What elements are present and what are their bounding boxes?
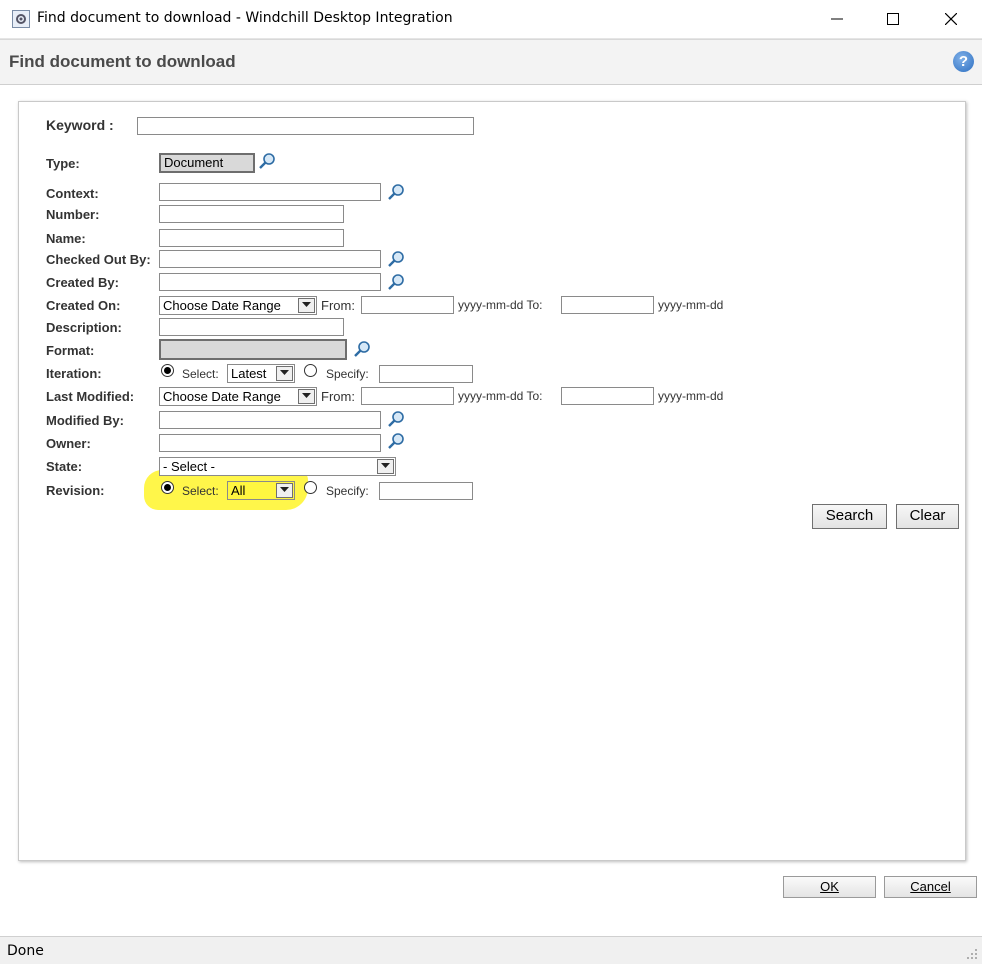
type-field: Document: [159, 153, 255, 173]
last-modified-label: Last Modified:: [46, 389, 135, 404]
app-gear-icon: [12, 10, 30, 28]
type-search-icon[interactable]: [257, 152, 277, 170]
last-modified-range-select[interactable]: Choose Date Range: [159, 387, 317, 406]
iteration-select-radio[interactable]: [161, 364, 174, 377]
context-input[interactable]: [159, 183, 381, 201]
keyword-input[interactable]: [137, 117, 474, 135]
context-label: Context:: [46, 186, 99, 201]
maximize-icon: [887, 13, 899, 25]
description-input[interactable]: [159, 318, 344, 336]
created-on-from-label: From:: [321, 298, 355, 313]
last-modified-range-value: Choose Date Range: [163, 389, 281, 404]
revision-specify-label: Specify:: [326, 484, 369, 498]
iteration-label: Iteration:: [46, 366, 102, 381]
window-title: Find document to download - Windchill De…: [37, 10, 453, 26]
format-search-icon[interactable]: [352, 340, 372, 358]
keyword-label: Keyword :: [46, 117, 114, 133]
name-input[interactable]: [159, 229, 344, 247]
last-modified-date-hint: yyyy-mm-dd: [658, 389, 724, 403]
ok-button[interactable]: OK: [783, 876, 876, 898]
revision-select-radio[interactable]: [161, 481, 174, 494]
created-on-to-input[interactable]: [561, 296, 654, 314]
iteration-select[interactable]: Latest: [227, 364, 295, 383]
number-input[interactable]: [159, 205, 344, 223]
revision-select-label: Select:: [182, 484, 219, 498]
last-modified-to-hint: yyyy-mm-dd To:: [458, 389, 543, 403]
last-modified-to-input[interactable]: [561, 387, 654, 405]
minimize-button[interactable]: [810, 0, 864, 38]
iteration-select-value: Latest: [231, 366, 267, 381]
created-by-search-icon[interactable]: [386, 273, 406, 291]
created-on-range-value: Choose Date Range: [163, 298, 281, 313]
iteration-select-label: Select:: [182, 367, 219, 381]
iteration-specify-label: Specify:: [326, 367, 369, 381]
owner-search-icon[interactable]: [386, 432, 406, 450]
type-label: Type:: [46, 156, 80, 171]
name-label: Name:: [46, 231, 86, 246]
modified-by-label: Modified By:: [46, 413, 124, 428]
revision-select-value: All: [231, 483, 246, 498]
clear-button[interactable]: Clear: [896, 504, 959, 529]
chevron-down-icon: [276, 483, 293, 498]
chevron-down-icon: [298, 298, 315, 313]
number-label: Number:: [46, 207, 100, 222]
checked-out-by-search-icon[interactable]: [386, 250, 406, 268]
state-select[interactable]: - Select -: [159, 457, 396, 476]
page-title: Find document to download: [9, 52, 236, 71]
revision-select[interactable]: All: [227, 481, 295, 500]
maximize-button[interactable]: [866, 0, 920, 38]
owner-input[interactable]: [159, 434, 381, 452]
iteration-specify-radio[interactable]: [304, 364, 317, 377]
search-button[interactable]: Search: [812, 504, 887, 529]
owner-label: Owner:: [46, 436, 91, 451]
state-label: State:: [46, 459, 83, 474]
created-on-to-hint: yyyy-mm-dd To:: [458, 298, 543, 312]
modified-by-search-icon[interactable]: [386, 410, 406, 428]
chevron-down-icon: [276, 366, 293, 381]
iteration-specify-input[interactable]: [379, 365, 473, 383]
context-search-icon[interactable]: [386, 183, 406, 201]
modified-by-input[interactable]: [159, 411, 381, 429]
created-by-input[interactable]: [159, 273, 381, 291]
created-on-range-select[interactable]: Choose Date Range: [159, 296, 317, 315]
created-on-label: Created On:: [46, 298, 121, 313]
last-modified-from-input[interactable]: [361, 387, 454, 405]
created-on-from-input[interactable]: [361, 296, 454, 314]
format-field: [159, 339, 347, 360]
page-header: Find document to download ?: [0, 39, 982, 85]
last-modified-from-label: From:: [321, 389, 355, 404]
window-titlebar: Find document to download - Windchill De…: [0, 0, 982, 39]
status-text: Done: [7, 943, 44, 959]
description-label: Description:: [46, 320, 122, 335]
revision-specify-radio[interactable]: [304, 481, 317, 494]
state-select-value: - Select -: [163, 459, 216, 474]
created-on-date-hint: yyyy-mm-dd: [658, 298, 724, 312]
checked-out-by-label: Checked Out By:: [46, 252, 151, 267]
close-icon: [945, 13, 957, 25]
revision-specify-input[interactable]: [379, 482, 473, 500]
checked-out-by-input[interactable]: [159, 250, 381, 268]
revision-label: Revision:: [46, 483, 105, 498]
cancel-button[interactable]: Cancel: [884, 876, 977, 898]
minimize-icon: [831, 18, 843, 20]
close-button[interactable]: [924, 0, 978, 38]
chevron-down-icon: [377, 459, 394, 474]
resize-grip-icon[interactable]: [966, 948, 978, 960]
status-bar: Done: [0, 936, 982, 964]
created-by-label: Created By:: [46, 275, 119, 290]
chevron-down-icon: [298, 389, 315, 404]
format-label: Format:: [46, 343, 95, 358]
question-mark-icon[interactable]: ?: [953, 51, 974, 72]
